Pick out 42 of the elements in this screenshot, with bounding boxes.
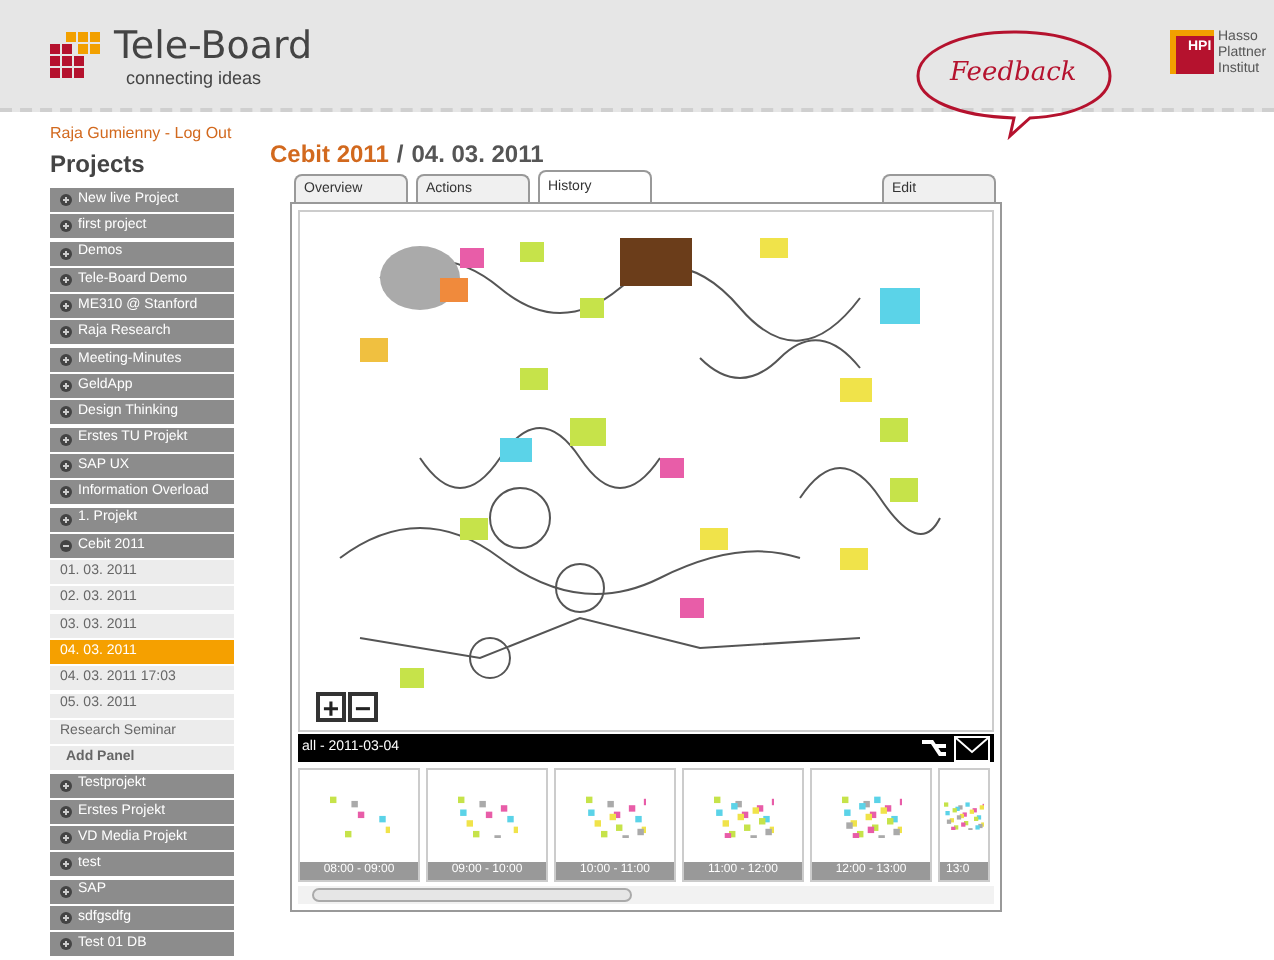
plus-icon[interactable]	[60, 459, 72, 472]
whiteboard-thumbnail-drawing	[457, 795, 517, 838]
whiteboard-thumbnail-drawing	[329, 795, 389, 838]
plus-icon[interactable]	[60, 832, 72, 845]
breadcrumb-separator: /	[396, 140, 404, 168]
whiteboard-thumbnail-drawing	[841, 795, 901, 838]
plus-icon[interactable]	[60, 326, 72, 339]
plus-icon[interactable]	[60, 300, 72, 313]
panel-title: 04. 03. 2011	[411, 140, 544, 168]
plus-icon[interactable]	[60, 353, 72, 366]
plus-icon[interactable]	[60, 805, 72, 818]
plus-icon[interactable]	[60, 273, 72, 286]
grid-logo-icon	[50, 32, 106, 80]
speech-bubble-icon	[914, 28, 1114, 140]
plus-icon[interactable]	[60, 938, 72, 951]
plus-icon[interactable]	[60, 779, 72, 792]
scrollbar-thumb[interactable]	[312, 888, 632, 903]
project-title[interactable]: Cebit 2011	[270, 140, 389, 168]
plus-icon[interactable]	[60, 433, 72, 446]
plus-icon[interactable]	[60, 247, 72, 260]
plus-icon[interactable]	[60, 885, 72, 898]
plus-icon[interactable]	[60, 486, 72, 499]
plus-icon[interactable]	[60, 380, 72, 393]
envelope-icon[interactable]	[954, 735, 990, 762]
branch-icon[interactable]	[918, 735, 950, 760]
plus-icon[interactable]	[60, 912, 72, 925]
horizontal-scrollbar[interactable]	[298, 886, 994, 904]
plus-icon[interactable]	[60, 194, 72, 206]
logo-tagline: connecting ideas	[126, 68, 264, 88]
plus-icon[interactable]	[60, 220, 72, 233]
logo-title: Tele-Board	[114, 24, 313, 68]
whiteboard-thumbnail-drawing	[713, 795, 773, 838]
whiteboard-thumbnail-drawing	[585, 795, 645, 838]
plus-icon[interactable]	[60, 406, 72, 419]
whiteboard-thumbnail-drawing	[944, 802, 984, 831]
sidebar-title: Projects	[50, 148, 147, 182]
zoom-button[interactable]: −	[348, 692, 378, 723]
minus-icon[interactable]	[60, 539, 72, 552]
plus-icon[interactable]	[60, 513, 72, 526]
plus-icon[interactable]	[60, 858, 72, 871]
zoom-button[interactable]: +	[316, 692, 346, 723]
user-logout-link[interactable]: Raja Gumienny - Log Out	[50, 124, 236, 144]
